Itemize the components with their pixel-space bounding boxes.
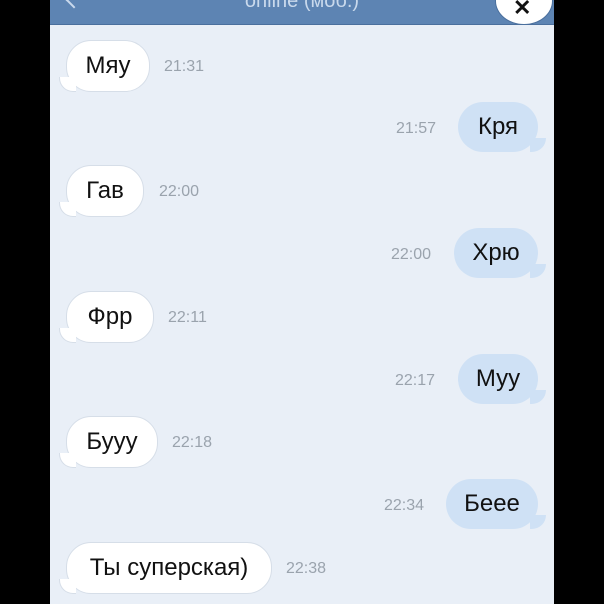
message-text: Бууу [86, 428, 138, 455]
bubble-tail [59, 579, 76, 594]
bubble-tail [59, 328, 76, 343]
message-text: Ты суперская) [89, 554, 249, 581]
bubble-tail [530, 264, 546, 278]
message-row: 22:34 Беее [66, 479, 546, 531]
contact-status: online (моб.) [244, 0, 360, 12]
incoming-bubble[interactable]: Фрр [59, 291, 154, 343]
message-text: Муу [475, 365, 521, 392]
message-text: Фрр [87, 303, 133, 330]
message-row: 21:57 Кря [66, 102, 546, 154]
message-text: Беее [464, 490, 520, 517]
incoming-bubble[interactable]: Ты суперская) [59, 542, 272, 594]
bubble-tail [59, 453, 76, 468]
incoming-bubble[interactable]: Гав [59, 165, 144, 217]
message-time: 22:00 [159, 183, 200, 200]
message-time: 21:31 [164, 58, 205, 75]
chat-screen: online (моб.) ✕ Мяу 21:31 21:57 Кря Гав … [50, 0, 554, 604]
message-row: 22:00 Хрю [66, 228, 546, 280]
message-text: Хрю [472, 239, 520, 266]
message-time: 22:38 [286, 560, 327, 577]
message-time: 22:17 [395, 372, 436, 389]
message-row: 22:17 Муу [66, 354, 546, 406]
message-time: 22:11 [168, 309, 207, 326]
message-row: Ты суперская) 22:38 [59, 542, 546, 594]
message-row: Гав 22:00 [59, 165, 546, 217]
message-time: 22:34 [384, 497, 425, 514]
outgoing-bubble[interactable]: Кря [458, 102, 546, 152]
message-text: Кря [477, 113, 519, 140]
bubble-tail [59, 77, 76, 92]
message-time: 22:18 [172, 434, 213, 451]
incoming-bubble[interactable]: Мяу [59, 40, 150, 92]
bubble-tail [530, 390, 546, 404]
outgoing-bubble[interactable]: Муу [458, 354, 546, 404]
navigation-bar: online (моб.) ✕ [50, 0, 554, 25]
message-text: Мяу [85, 52, 131, 79]
bubble-tail [530, 138, 546, 152]
message-time: 22:00 [391, 246, 432, 263]
incoming-bubble[interactable]: Бууу [59, 416, 158, 468]
bubble-tail [530, 515, 546, 529]
outgoing-bubble[interactable]: Хрю [454, 228, 546, 278]
message-row: Фрр 22:11 [59, 291, 546, 343]
message-time: 21:57 [396, 120, 437, 137]
bubble-tail [59, 202, 76, 217]
message-row: Бууу 22:18 [59, 416, 546, 468]
message-text: Гав [86, 177, 124, 204]
message-row: Мяу 21:31 [59, 40, 546, 92]
contact-avatar[interactable]: ✕ [496, 0, 552, 24]
outgoing-bubble[interactable]: Беее [446, 479, 546, 529]
avatar-photo-icon: ✕ [513, 0, 532, 20]
